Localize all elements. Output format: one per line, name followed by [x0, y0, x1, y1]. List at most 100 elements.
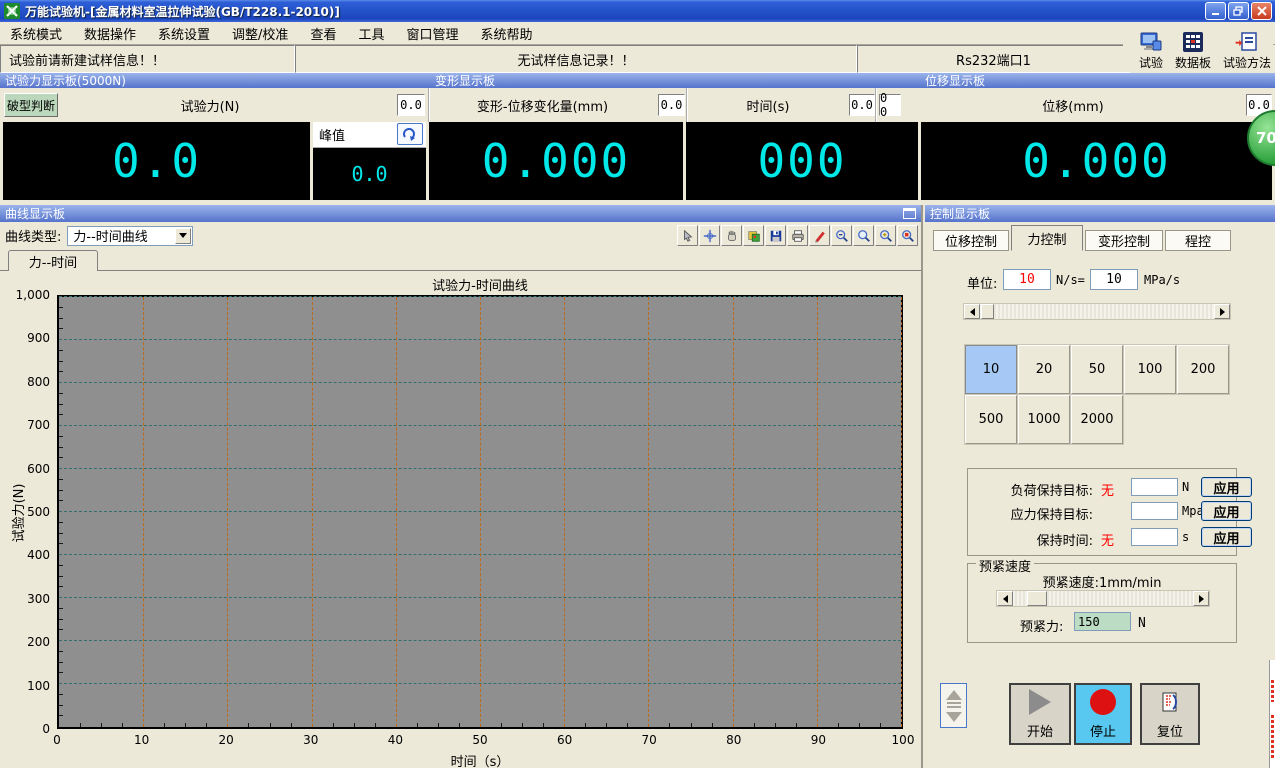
scrollbar-thumb[interactable] [981, 304, 994, 319]
menu-item-window-manage[interactable]: 窗口管理 [406, 24, 458, 43]
x-minor-tick [691, 723, 692, 727]
restore-button[interactable] [1228, 2, 1249, 20]
preload-force-input[interactable] [1074, 612, 1131, 631]
zoom-out-icon [835, 229, 849, 243]
print-button[interactable] [787, 225, 808, 246]
reset-button[interactable]: 复位 [1140, 683, 1200, 745]
rate-button[interactable]: 500 [965, 395, 1017, 444]
rate-button[interactable]: 1000 [1018, 395, 1070, 444]
stress-hold-label: 应力保持目标: [968, 504, 1093, 523]
floppy-disk-icon [769, 229, 783, 243]
zoom-out-button[interactable] [831, 225, 852, 246]
peak-label: 峰值 [319, 125, 345, 144]
y-minor-tick [59, 705, 63, 706]
graph-copy-button[interactable] [743, 225, 764, 246]
zoom-in-button[interactable] [875, 225, 896, 246]
pan-tool-button[interactable] [721, 225, 742, 246]
x-minor-tick [291, 723, 292, 727]
x-tick-label: 40 [380, 733, 410, 747]
hold-target-group: 负荷保持目标: 无 N 应用 应力保持目标: Mpa 应用 保持时间: 无 s … [967, 468, 1237, 556]
menu-item-tools[interactable]: 工具 [358, 24, 384, 43]
close-button[interactable] [1251, 2, 1272, 20]
move-tool-button[interactable] [699, 225, 720, 246]
test-method-button[interactable]: 试验方法 [1221, 25, 1273, 72]
start-button[interactable]: 开始 [1009, 683, 1071, 745]
y-minor-tick [59, 414, 63, 415]
zoom-reset-button[interactable] [897, 225, 918, 246]
x-minor-tick [417, 723, 418, 727]
reset-arrow-icon [402, 127, 418, 141]
rate-mpa-input[interactable] [1090, 269, 1138, 290]
preload-scrollbar[interactable] [996, 590, 1210, 607]
annotate-button[interactable] [809, 225, 830, 246]
deform-small-value: 0.0 [658, 94, 685, 116]
peak-reset-button[interactable] [397, 123, 423, 145]
minimize-button[interactable] [1205, 2, 1226, 20]
control-panel-title: 控制显示板 [930, 205, 990, 222]
test-button[interactable]: 试验 [1137, 25, 1165, 72]
load-hold-input[interactable] [1131, 478, 1178, 496]
scroll-right-button[interactable] [1214, 304, 1230, 319]
time-label: 时间(s) [688, 96, 848, 115]
close-icon [1257, 6, 1267, 16]
pen-icon [813, 229, 827, 243]
rate-button[interactable]: 100 [1124, 345, 1176, 394]
arrow-right-icon [1199, 595, 1204, 603]
hold-time-input[interactable] [1131, 528, 1178, 546]
peak-header: 峰值 [313, 122, 426, 148]
x-minor-tick [80, 723, 81, 727]
data-board-button[interactable]: 数据板 [1173, 25, 1213, 72]
menu-item-help[interactable]: 系统帮助 [480, 24, 532, 43]
arrow-left-icon [1003, 595, 1008, 603]
stress-hold-input[interactable] [1131, 502, 1178, 520]
control-tab[interactable]: 力控制 [1011, 225, 1083, 251]
rate-button[interactable]: 20 [1018, 345, 1070, 394]
cursor-tool-button[interactable] [677, 225, 698, 246]
load-hold-apply-button[interactable]: 应用 [1201, 477, 1252, 497]
play-icon [1029, 689, 1051, 715]
y-minor-tick [59, 715, 63, 716]
scrollbar-thumb[interactable] [1027, 591, 1047, 606]
curve-tab[interactable]: 力--时间 [8, 250, 98, 271]
y-minor-tick [59, 457, 63, 458]
save-button[interactable] [765, 225, 786, 246]
menu-item-system-settings[interactable]: 系统设置 [158, 24, 210, 43]
scroll-left-button[interactable] [964, 304, 980, 319]
control-tab[interactable]: 程控 [1165, 230, 1231, 251]
force-display: 0.0 [3, 122, 310, 200]
menu-item-view[interactable]: 查看 [310, 24, 336, 43]
rate-scrollbar[interactable] [963, 303, 1231, 320]
panel-restore-icon[interactable] [903, 208, 916, 219]
rate-button[interactable]: 10 [965, 345, 1017, 394]
chevron-down-icon [179, 233, 187, 238]
y-tick-label: 200 [0, 635, 50, 649]
arrow-left-icon [970, 308, 975, 316]
stress-hold-apply-button[interactable]: 应用 [1201, 501, 1252, 521]
jog-button[interactable] [940, 683, 967, 728]
time-small-value: 0.0 [849, 94, 875, 116]
rate-button[interactable]: 200 [1177, 345, 1229, 394]
hold-time-row: 保持时间: 无 s 应用 [968, 527, 1236, 547]
zoom-in-icon [879, 229, 893, 243]
dropdown-button[interactable] [175, 228, 191, 244]
rate-button[interactable]: 50 [1071, 345, 1123, 394]
x-minor-tick [543, 723, 544, 727]
v-gridline [227, 297, 228, 727]
rate-button[interactable]: 2000 [1071, 395, 1123, 444]
control-tab[interactable]: 位移控制 [933, 230, 1009, 251]
y-minor-tick [59, 318, 63, 319]
control-tab[interactable]: 变形控制 [1085, 230, 1163, 251]
stop-button[interactable]: 停止 [1074, 683, 1132, 745]
menu-item-calibration[interactable]: 调整/校准 [232, 24, 288, 43]
scroll-right-button[interactable] [1193, 591, 1209, 606]
x-minor-tick [606, 723, 607, 727]
hold-time-apply-button[interactable]: 应用 [1201, 527, 1252, 547]
rate-n-input[interactable] [1003, 269, 1051, 290]
menu-item-data-ops[interactable]: 数据操作 [84, 24, 136, 43]
menu-item-system-mode[interactable]: 系统模式 [10, 24, 62, 43]
scroll-left-button[interactable] [997, 591, 1013, 606]
zoom-window-button[interactable] [853, 225, 874, 246]
v-gridline [564, 297, 565, 727]
preload-force-unit: N [1138, 616, 1146, 631]
curve-type-select[interactable]: 力--时间曲线 [67, 226, 193, 246]
